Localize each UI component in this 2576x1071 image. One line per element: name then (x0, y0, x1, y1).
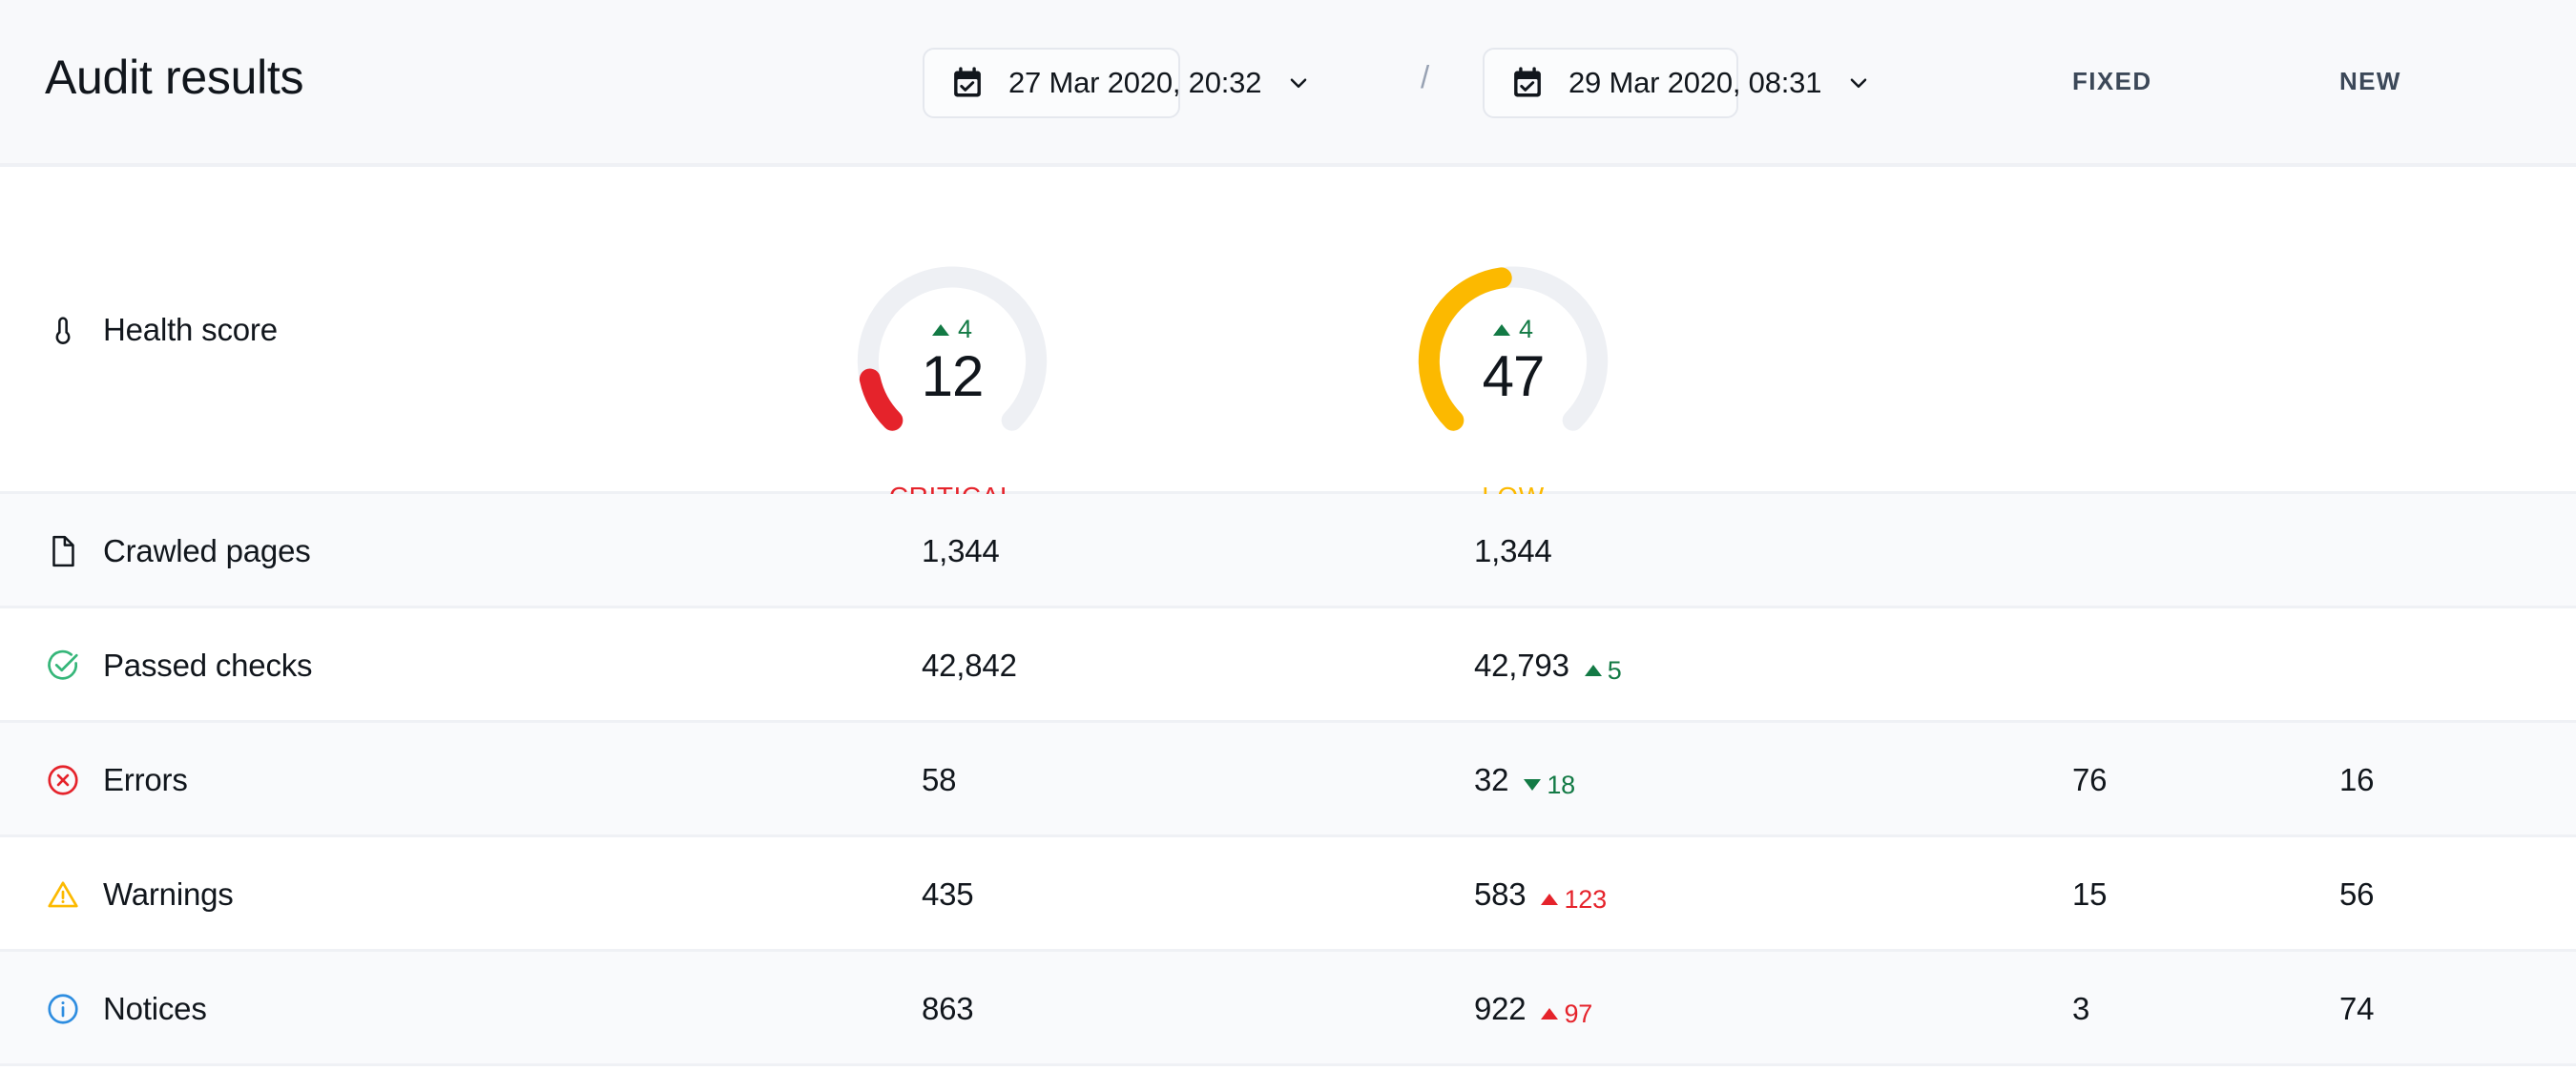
cell-delta: 123 (1541, 885, 1606, 915)
date-to-value: 29 Mar 2020, 08:31 (1568, 66, 1821, 100)
cell-delta: 97 (1541, 999, 1592, 1029)
triangle-up-icon (1585, 665, 1602, 676)
info-circle-icon (45, 991, 81, 1027)
cell-current: 583 123 (1474, 876, 1607, 915)
cell-value: 58 (922, 762, 956, 798)
gauge-center-previous: 4 12 (841, 250, 1063, 471)
cell-previous: 58 (922, 762, 956, 798)
row-label-text: Crawled pages (103, 533, 311, 569)
triangle-up-icon (1541, 894, 1558, 905)
cell-value: 1,344 (1474, 533, 1552, 569)
table-row-health-score: Health score 4 12 CRITICAL (0, 167, 2576, 494)
error-circle-icon (45, 762, 81, 798)
row-label-notices: Notices (45, 991, 207, 1027)
cell-current: 922 97 (1474, 991, 1592, 1029)
gauge-value-current: 47 (1483, 346, 1545, 406)
document-icon (45, 533, 81, 569)
date-picker-from[interactable]: 27 Mar 2020, 20:32 (923, 48, 1180, 118)
gauge-delta-current: 4 (1493, 315, 1533, 344)
cell-fixed: 3 (2072, 991, 2089, 1027)
cell-delta-value: 123 (1564, 885, 1606, 915)
cell-value: 863 (922, 991, 973, 1027)
row-label-text: Health score (103, 312, 278, 348)
cell-value: 42,842 (922, 648, 1017, 684)
cell-value: 56 (2339, 876, 2374, 913)
date-picker-to[interactable]: 29 Mar 2020, 08:31 (1483, 48, 1738, 118)
calendar-check-icon (1511, 67, 1544, 99)
cell-value: 583 (1474, 876, 1526, 913)
column-header-new: NEW (2339, 67, 2401, 96)
cell-previous: 42,842 (922, 648, 1017, 684)
cell-value: 42,793 (1474, 648, 1569, 684)
column-header-fixed: FIXED (2072, 67, 2152, 96)
cell-fixed: 76 (2072, 762, 2107, 798)
row-label-errors: Errors (45, 762, 188, 798)
check-circle-icon (45, 648, 81, 684)
chevron-down-icon (1846, 71, 1871, 95)
row-label-text: Errors (103, 762, 188, 798)
cell-value: 16 (2339, 762, 2374, 798)
cell-fixed: 15 (2072, 876, 2107, 913)
cell-previous: 863 (922, 991, 973, 1027)
audit-results-panel: Audit results 27 Mar 2020, 20:32 / 29 Ma… (0, 0, 2576, 1071)
row-label-text: Notices (103, 991, 207, 1027)
cell-new: 56 (2339, 876, 2374, 913)
row-label-warnings: Warnings (45, 876, 234, 913)
health-gauge-previous: 4 12 (841, 250, 1063, 471)
row-label-text: Warnings (103, 876, 234, 913)
date-from-value: 27 Mar 2020, 20:32 (1008, 66, 1261, 100)
cell-previous: 1,344 (922, 533, 1000, 569)
cell-value: 3 (2072, 991, 2089, 1027)
cell-delta: 5 (1585, 656, 1622, 686)
health-gauge-current: 4 47 (1402, 250, 1624, 471)
triangle-up-icon (1493, 324, 1510, 336)
gauge-center-current: 4 47 (1402, 250, 1624, 471)
cell-current: 32 18 (1474, 762, 1575, 800)
cell-new: 74 (2339, 991, 2374, 1027)
panel-header: Audit results 27 Mar 2020, 20:32 / 29 Ma… (0, 0, 2576, 167)
triangle-down-icon (1524, 779, 1541, 791)
table-row-passed-checks: Passed checks 42,842 42,793 5 (0, 608, 2576, 723)
cell-value: 74 (2339, 991, 2374, 1027)
cell-current: 1,344 (1474, 533, 1552, 569)
row-label-crawled-pages: Crawled pages (45, 533, 311, 569)
metrics-table: Health score 4 12 CRITICAL (0, 167, 2576, 1066)
gauge-delta-value: 4 (958, 315, 972, 344)
cell-delta-value: 5 (1608, 656, 1622, 686)
thermometer-icon (45, 312, 81, 348)
cell-value: 32 (1474, 762, 1508, 798)
cell-value: 15 (2072, 876, 2107, 913)
cell-delta-value: 18 (1547, 771, 1575, 800)
cell-value: 76 (2072, 762, 2107, 798)
gauge-delta-value: 4 (1519, 315, 1533, 344)
cell-value: 1,344 (922, 533, 1000, 569)
calendar-check-icon (951, 67, 984, 99)
page-title: Audit results (45, 50, 303, 105)
gauge-delta-previous: 4 (932, 315, 972, 344)
row-label-passed-checks: Passed checks (45, 648, 312, 684)
cell-delta-value: 97 (1564, 999, 1592, 1029)
table-row-crawled-pages: Crawled pages 1,344 1,344 (0, 494, 2576, 608)
cell-current: 42,793 5 (1474, 648, 1622, 686)
cell-new: 16 (2339, 762, 2374, 798)
cell-previous: 435 (922, 876, 973, 913)
gauge-value-previous: 12 (922, 346, 984, 406)
date-range-separator: / (1421, 59, 1429, 95)
row-label-text: Passed checks (103, 648, 312, 684)
cell-delta: 18 (1524, 771, 1575, 800)
triangle-up-icon (932, 324, 949, 336)
triangle-up-icon (1541, 1008, 1558, 1020)
row-label-health-score: Health score (45, 312, 278, 348)
table-row-errors: Errors 58 32 18 76 16 (0, 723, 2576, 837)
cell-value: 435 (922, 876, 973, 913)
cell-value: 922 (1474, 991, 1526, 1027)
chevron-down-icon (1286, 71, 1311, 95)
table-row-warnings: Warnings 435 583 123 15 56 (0, 837, 2576, 952)
table-row-notices: Notices 863 922 97 3 74 (0, 952, 2576, 1066)
warning-triangle-icon (45, 876, 81, 913)
